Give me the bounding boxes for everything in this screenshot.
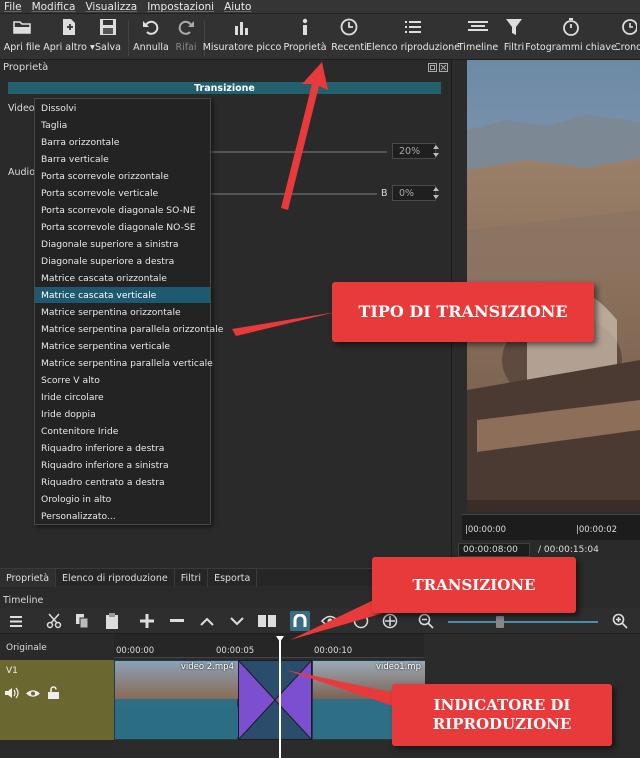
callout-transition-type: TIPO DI TRANSIZIONE — [332, 282, 594, 342]
callout-transition: TRANSIZIONE — [372, 557, 576, 613]
annotation-arrows — [232, 62, 400, 707]
callout-playhead: INDICATORE DI RIPRODUZIONE — [392, 684, 612, 746]
